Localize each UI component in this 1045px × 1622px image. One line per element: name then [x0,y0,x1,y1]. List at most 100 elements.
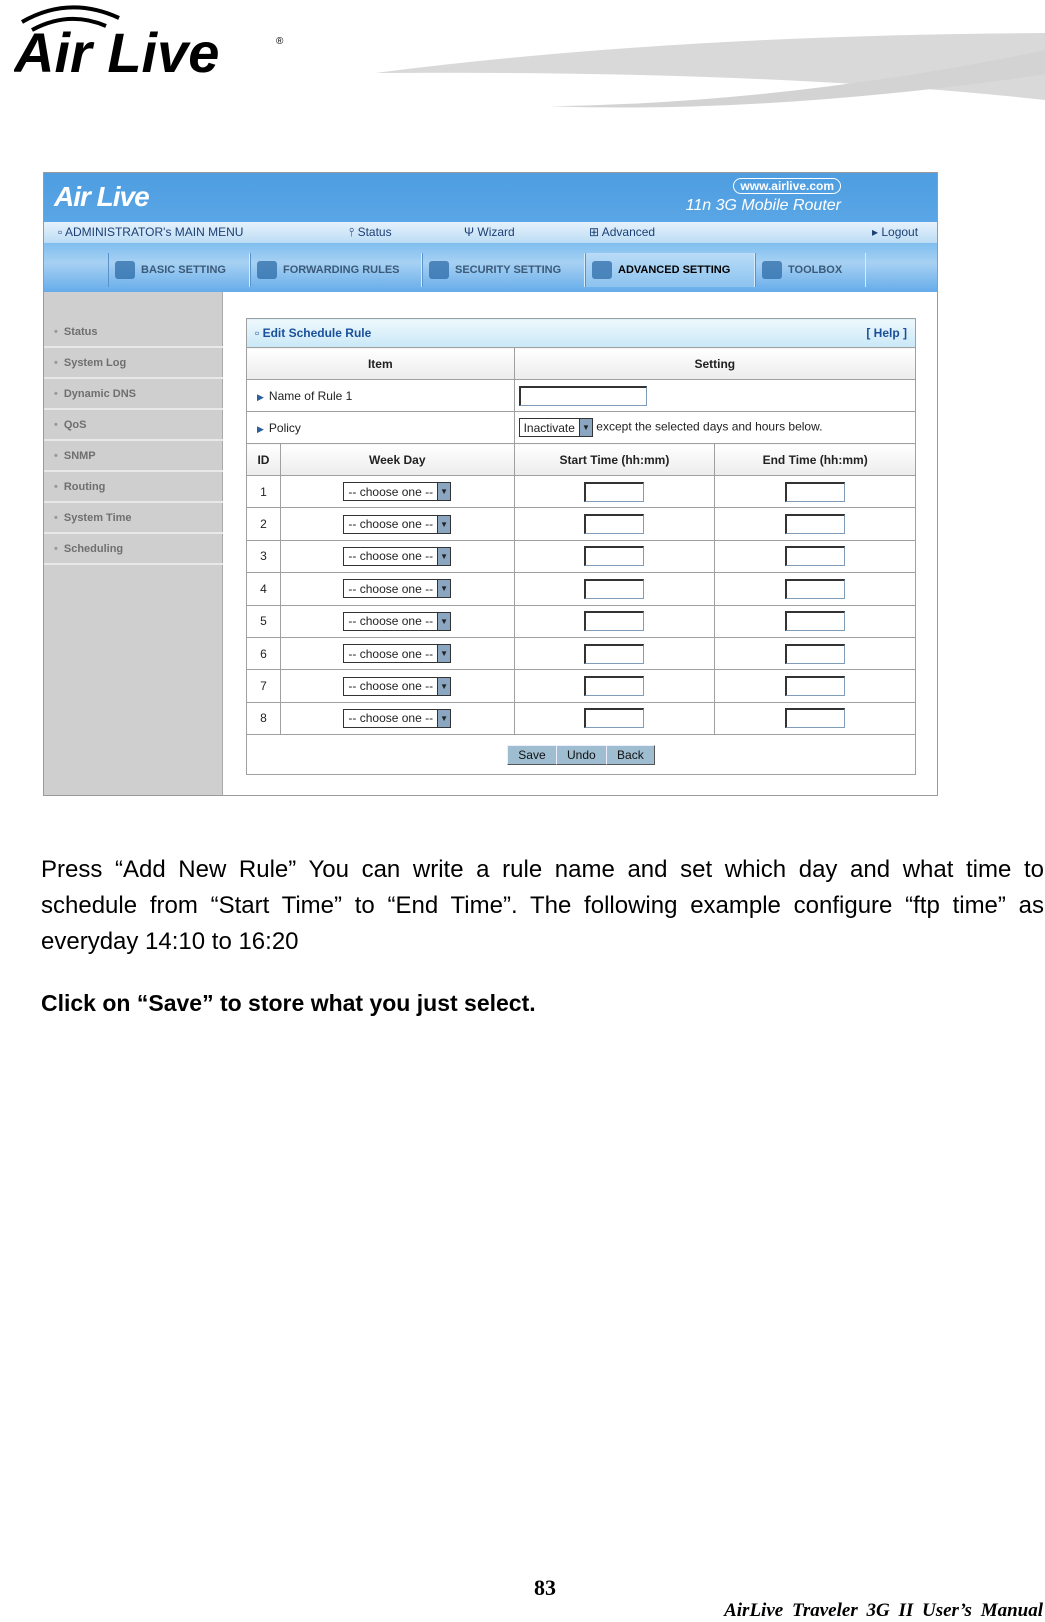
schedule-row: 5 -- choose one -- ▼ [246,604,916,638]
forwarding-icon [257,261,277,279]
start-time-input[interactable] [584,481,645,502]
sidebar-item-dynamic-dns[interactable]: Dynamic DNS [44,379,223,410]
main-menu-bar: ▫ ADMINISTRATOR's MAIN MENU ⫯ Status Ψ W… [44,222,937,243]
schedule-row: 3 -- choose one -- ▼ [246,539,916,574]
schedule-row: 8 -- choose one -- ▼ [246,701,916,736]
chevron-down-icon: ▼ [437,580,451,598]
policy-label: Policy [268,420,301,435]
weekday-select[interactable]: -- choose one -- ▼ [343,514,452,534]
weekday-select[interactable]: -- choose one -- ▼ [343,611,452,631]
undo-button[interactable]: Undo [555,744,607,765]
start-time-input[interactable] [584,708,645,729]
policy-select[interactable]: Inactivate ▼ [518,418,593,437]
rule-name-input[interactable] [518,385,647,406]
col-setting: Setting [513,347,917,380]
tab-security-setting[interactable]: SECURITY SETTING [422,253,585,287]
end-time-input[interactable] [785,676,846,697]
tab-advanced-setting[interactable]: ADVANCED SETTING [585,253,755,287]
status-icon: ⫯ [349,225,355,239]
col-item: Item [246,347,515,380]
basic-setting-icon [115,261,135,279]
wizard-icon: Ψ [464,225,475,239]
sidebar-item-qos[interactable]: QoS [44,410,223,441]
sidebar-item-status[interactable]: Status [44,317,223,348]
end-time-input[interactable] [785,578,846,599]
end-time-input[interactable] [785,611,846,632]
end-time-input[interactable] [785,481,846,502]
chevron-down-icon: ▼ [437,612,451,630]
chevron-down-icon: ▼ [437,483,451,501]
sidebar-item-routing[interactable]: Routing [44,472,223,503]
menu-logout[interactable]: ▸ Logout [872,225,918,239]
policy-text: except the selected days and hours below… [596,419,823,434]
sidebar: Status System Log Dynamic DNS QoS SNMP R… [44,292,223,795]
body-paragraph: Press “Add New Rule” You can write a rul… [41,856,1044,955]
router-model: 11n 3G Mobile Router [685,197,841,214]
router-url[interactable]: www.airlive.com [733,178,841,194]
router-header: Air Live www.airlive.com 11n 3G Mobile R… [44,173,937,222]
sidebar-item-scheduling[interactable]: Scheduling [44,534,223,565]
schedule-row: 2 -- choose one -- ▼ [246,507,916,541]
chevron-down-icon: ▼ [578,419,592,436]
main-menu-label[interactable]: ▫ ADMINISTRATOR's MAIN MENU [58,225,243,239]
menu-wizard[interactable]: Ψ Wizard [464,225,515,239]
start-time-input[interactable] [584,643,645,664]
advanced-icon: ⊞ [589,225,600,239]
col-weekday: Week Day [279,443,515,476]
chevron-down-icon: ▼ [437,515,451,533]
col-id: ID [246,443,281,476]
end-time-input[interactable] [785,546,846,567]
airlive-logo: Air Live ® [14,5,284,80]
sidebar-item-system-time[interactable]: System Time [44,503,223,534]
chevron-down-icon: ▼ [437,677,451,695]
end-time-input[interactable] [785,514,846,535]
start-time-input[interactable] [584,514,645,535]
start-time-input[interactable] [584,578,645,599]
menu-advanced[interactable]: ⊞ Advanced [589,225,655,239]
start-time-input[interactable] [584,546,645,567]
sidebar-item-system-log[interactable]: System Log [44,348,223,379]
menu-status[interactable]: ⫯ Status [349,225,392,240]
help-link[interactable]: [ Help ] [866,326,907,340]
edit-schedule-rule-panel: ▫ Edit Schedule Rule [ Help ] Item Settin… [246,318,917,776]
header-swoosh-decoration [375,33,1045,150]
weekday-select[interactable]: -- choose one -- ▼ [343,644,452,664]
tab-forwarding-rules[interactable]: FORWARDING RULES [250,253,422,287]
weekday-select[interactable]: -- choose one -- ▼ [343,676,452,696]
router-screenshot: Air Live www.airlive.com 11n 3G Mobile R… [43,172,938,796]
security-icon [429,261,449,279]
tab-basic-setting[interactable]: BASIC SETTING [108,253,250,287]
row-id: 7 [246,669,281,703]
save-button[interactable]: Save [507,744,557,765]
row-id: 2 [246,507,281,541]
toolbox-icon [762,261,782,279]
name-label: Name of Rule 1 [268,388,353,403]
chevron-down-icon: ▼ [437,547,451,565]
tab-toolbox[interactable]: TOOLBOX [755,253,866,287]
weekday-select[interactable]: -- choose one -- ▼ [343,579,452,599]
nav-tab-bar: BASIC SETTING FORWARDING RULES SECURITY … [44,243,937,292]
svg-text:®: ® [276,36,284,47]
router-brand: Air Live [54,181,150,212]
col-end: End Time (hh:mm) [714,443,916,476]
sidebar-item-snmp[interactable]: SNMP [44,441,223,472]
manual-footer: AirLive Traveler 3G II User’s Manual [724,1600,1043,1621]
row-id: 1 [246,474,281,509]
row-id: 6 [246,636,281,671]
start-time-input[interactable] [584,611,645,632]
advanced-setting-icon [592,261,612,279]
back-button[interactable]: Back [606,744,655,765]
row-id: 8 [246,701,281,736]
weekday-select[interactable]: -- choose one -- ▼ [343,708,452,728]
page-number: 83 [534,1575,556,1600]
row-id: 5 [246,604,281,638]
end-time-input[interactable] [785,708,846,729]
end-time-input[interactable] [785,643,846,664]
svg-text:Air Live: Air Live [14,21,219,80]
weekday-select[interactable]: -- choose one -- ▼ [343,546,452,566]
schedule-row: 1 -- choose one -- ▼ [246,474,916,509]
instruction-text: Click on “Save” to store what you just s… [41,990,536,1016]
weekday-select[interactable]: -- choose one -- ▼ [343,482,452,502]
schedule-row: 4 -- choose one -- ▼ [246,572,916,606]
start-time-input[interactable] [584,676,645,697]
